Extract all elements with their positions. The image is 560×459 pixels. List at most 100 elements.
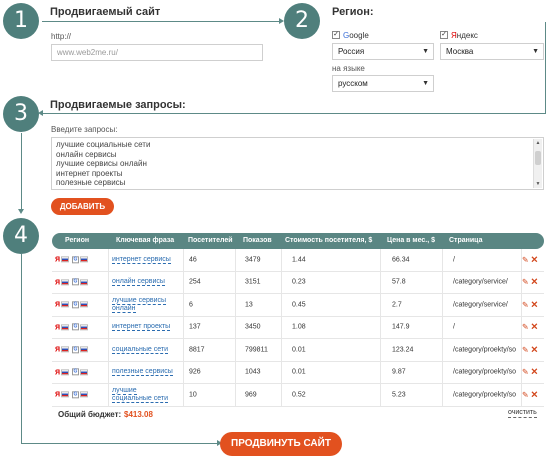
keyword-phrase: социальные сети xyxy=(112,345,178,354)
google-logo-icon: G xyxy=(71,301,79,309)
pencil-icon[interactable]: ✎ xyxy=(522,368,529,377)
table-row: Я Gинтернет сервисы 46 3479 1.44 66.34/✎ ✕ xyxy=(52,249,544,272)
table-row: Я Gинтернет проекты 137 3450 1.08 147.9/✎ ✕ xyxy=(52,316,544,339)
yandex-logo-icon: Я xyxy=(55,278,61,286)
google-checkbox[interactable]: ✓ xyxy=(332,31,340,39)
russia-flag-icon xyxy=(79,256,88,263)
keyword-phrase: интернет сервисы xyxy=(112,255,178,264)
step-2-circle: 2 xyxy=(284,3,320,39)
language-value: русском xyxy=(338,79,368,88)
pencil-icon[interactable]: ✎ xyxy=(522,255,529,264)
site-url-input[interactable]: www.web2me.ru/ xyxy=(51,44,263,61)
pencil-icon[interactable]: ✎ xyxy=(522,278,529,287)
cross-icon[interactable]: ✕ xyxy=(531,367,539,377)
russia-flag-icon xyxy=(61,324,70,331)
column-divider xyxy=(380,249,381,271)
column-divider xyxy=(183,384,184,406)
col-header-cost: Стоимость посетителя, $ xyxy=(285,237,373,244)
queries-textarea[interactable]: лучшие социальные сети онлайн сервисы лу… xyxy=(51,137,544,190)
pencil-icon[interactable]: ✎ xyxy=(522,345,529,354)
pencil-icon[interactable]: ✎ xyxy=(522,300,529,309)
add-queries-button[interactable]: ДОБАВИТЬ xyxy=(51,198,114,215)
yandex-checkbox[interactable]: ✓ xyxy=(440,31,448,39)
page-cell: / xyxy=(453,323,455,331)
keyword-link[interactable]: социальные сети xyxy=(112,345,169,354)
keyword-link[interactable]: лучшие социальные сети xyxy=(112,386,169,403)
step-4-circle: 4 xyxy=(3,218,39,254)
price-cell: 66.34 xyxy=(392,256,410,264)
region-flags: Я G xyxy=(55,323,89,331)
pencil-icon[interactable]: ✎ xyxy=(522,390,529,399)
flow-line-1-to-2 xyxy=(42,21,282,22)
scroll-down-icon[interactable]: ▼ xyxy=(534,180,542,188)
promote-site-button[interactable]: ПРОДВИНУТЬ САЙТ xyxy=(220,432,342,456)
column-divider xyxy=(235,384,236,406)
shows-cell: 3479 xyxy=(245,256,261,264)
keyword-link[interactable]: онлайн сервисы xyxy=(112,278,165,287)
cross-icon[interactable]: ✕ xyxy=(531,389,539,399)
keyword-link[interactable]: полезные сервисы xyxy=(112,368,173,377)
keyword-phrase: лучшие социальные сети xyxy=(112,386,178,403)
yandex-logo-icon: Я xyxy=(55,346,61,354)
shows-cell: 13 xyxy=(245,301,253,309)
russia-flag-icon xyxy=(61,279,70,286)
row-actions: ✎ ✕ xyxy=(522,389,538,400)
cost-cell: 0.01 xyxy=(292,368,306,376)
column-divider xyxy=(108,316,109,338)
flow-line-3-to-4 xyxy=(21,133,22,211)
column-divider xyxy=(281,339,282,361)
row-actions: ✎ ✕ xyxy=(522,277,538,288)
column-divider xyxy=(380,271,381,293)
yandex-region-select[interactable]: Москва ▼ xyxy=(440,43,544,60)
column-divider xyxy=(183,249,184,271)
cross-icon[interactable]: ✕ xyxy=(531,277,539,287)
russia-flag-icon xyxy=(79,324,88,331)
cross-icon[interactable]: ✕ xyxy=(531,299,539,309)
shows-cell: 799811 xyxy=(245,346,268,354)
keyword-link[interactable]: интернет проекты xyxy=(112,323,171,332)
page-cell: /category/proekty/so xyxy=(453,391,517,399)
row-actions: ✎ ✕ xyxy=(522,344,538,355)
cross-icon[interactable]: ✕ xyxy=(531,254,539,264)
visitors-cell: 254 xyxy=(189,278,201,286)
google-region-select[interactable]: Россия ▼ xyxy=(332,43,434,60)
price-cell: 2.7 xyxy=(392,301,402,309)
scroll-up-icon[interactable]: ▲ xyxy=(534,139,542,147)
yandex-logo-icon: Я xyxy=(55,368,61,376)
pencil-icon[interactable]: ✎ xyxy=(522,323,529,332)
yandex-logo-icon: Я xyxy=(55,323,61,331)
keyword-phrase: полезные сервисы xyxy=(112,368,178,377)
column-divider xyxy=(183,271,184,293)
table-row: Я Gлучшие социальные сети 10 969 0.52 5.23/c… xyxy=(52,384,544,407)
language-select[interactable]: русском ▼ xyxy=(332,75,434,92)
scrollbar-thumb[interactable] xyxy=(535,151,541,165)
column-divider xyxy=(380,384,381,406)
google-logo-icon: G xyxy=(71,368,79,376)
column-divider xyxy=(380,316,381,338)
region-flags: Я G xyxy=(55,278,89,286)
russia-flag-icon xyxy=(61,346,70,353)
google-logo-icon: G xyxy=(71,256,79,264)
queries-input-label: Введите запросы: xyxy=(51,125,118,134)
yandex-label-rest: ндекс xyxy=(456,31,478,40)
queries-section-title: Продвигаемые запросы: xyxy=(50,99,186,111)
cross-icon[interactable]: ✕ xyxy=(531,344,539,354)
clear-link[interactable]: очистить xyxy=(508,409,537,418)
step-3-circle: 3 xyxy=(3,96,39,132)
column-divider xyxy=(442,249,443,271)
query-line: лучшие социальные сети xyxy=(56,140,151,149)
textarea-scrollbar[interactable]: ▲ ▼ xyxy=(533,139,542,188)
keyword-link[interactable]: лучшие сервисы онлайн xyxy=(112,296,167,313)
table-row: Я Gлучшие сервисы онлайн 6 13 0.45 2.7/categ… xyxy=(52,294,544,317)
table-row: Я Gонлайн сервисы 254 3151 0.23 57.8/categor… xyxy=(52,271,544,294)
cross-icon[interactable]: ✕ xyxy=(531,322,539,332)
keyword-link[interactable]: интернет сервисы xyxy=(112,255,171,264)
keyword-phrase: интернет проекты xyxy=(112,323,178,332)
yandex-label: Яндекс xyxy=(451,31,478,40)
column-divider xyxy=(235,339,236,361)
col-header-visitors: Посетителей xyxy=(188,237,233,244)
region-flags: Я G xyxy=(55,301,89,308)
column-divider xyxy=(442,339,443,361)
price-cell: 5.23 xyxy=(392,391,406,399)
query-line: лучшие сервисы онлайн xyxy=(56,159,147,168)
